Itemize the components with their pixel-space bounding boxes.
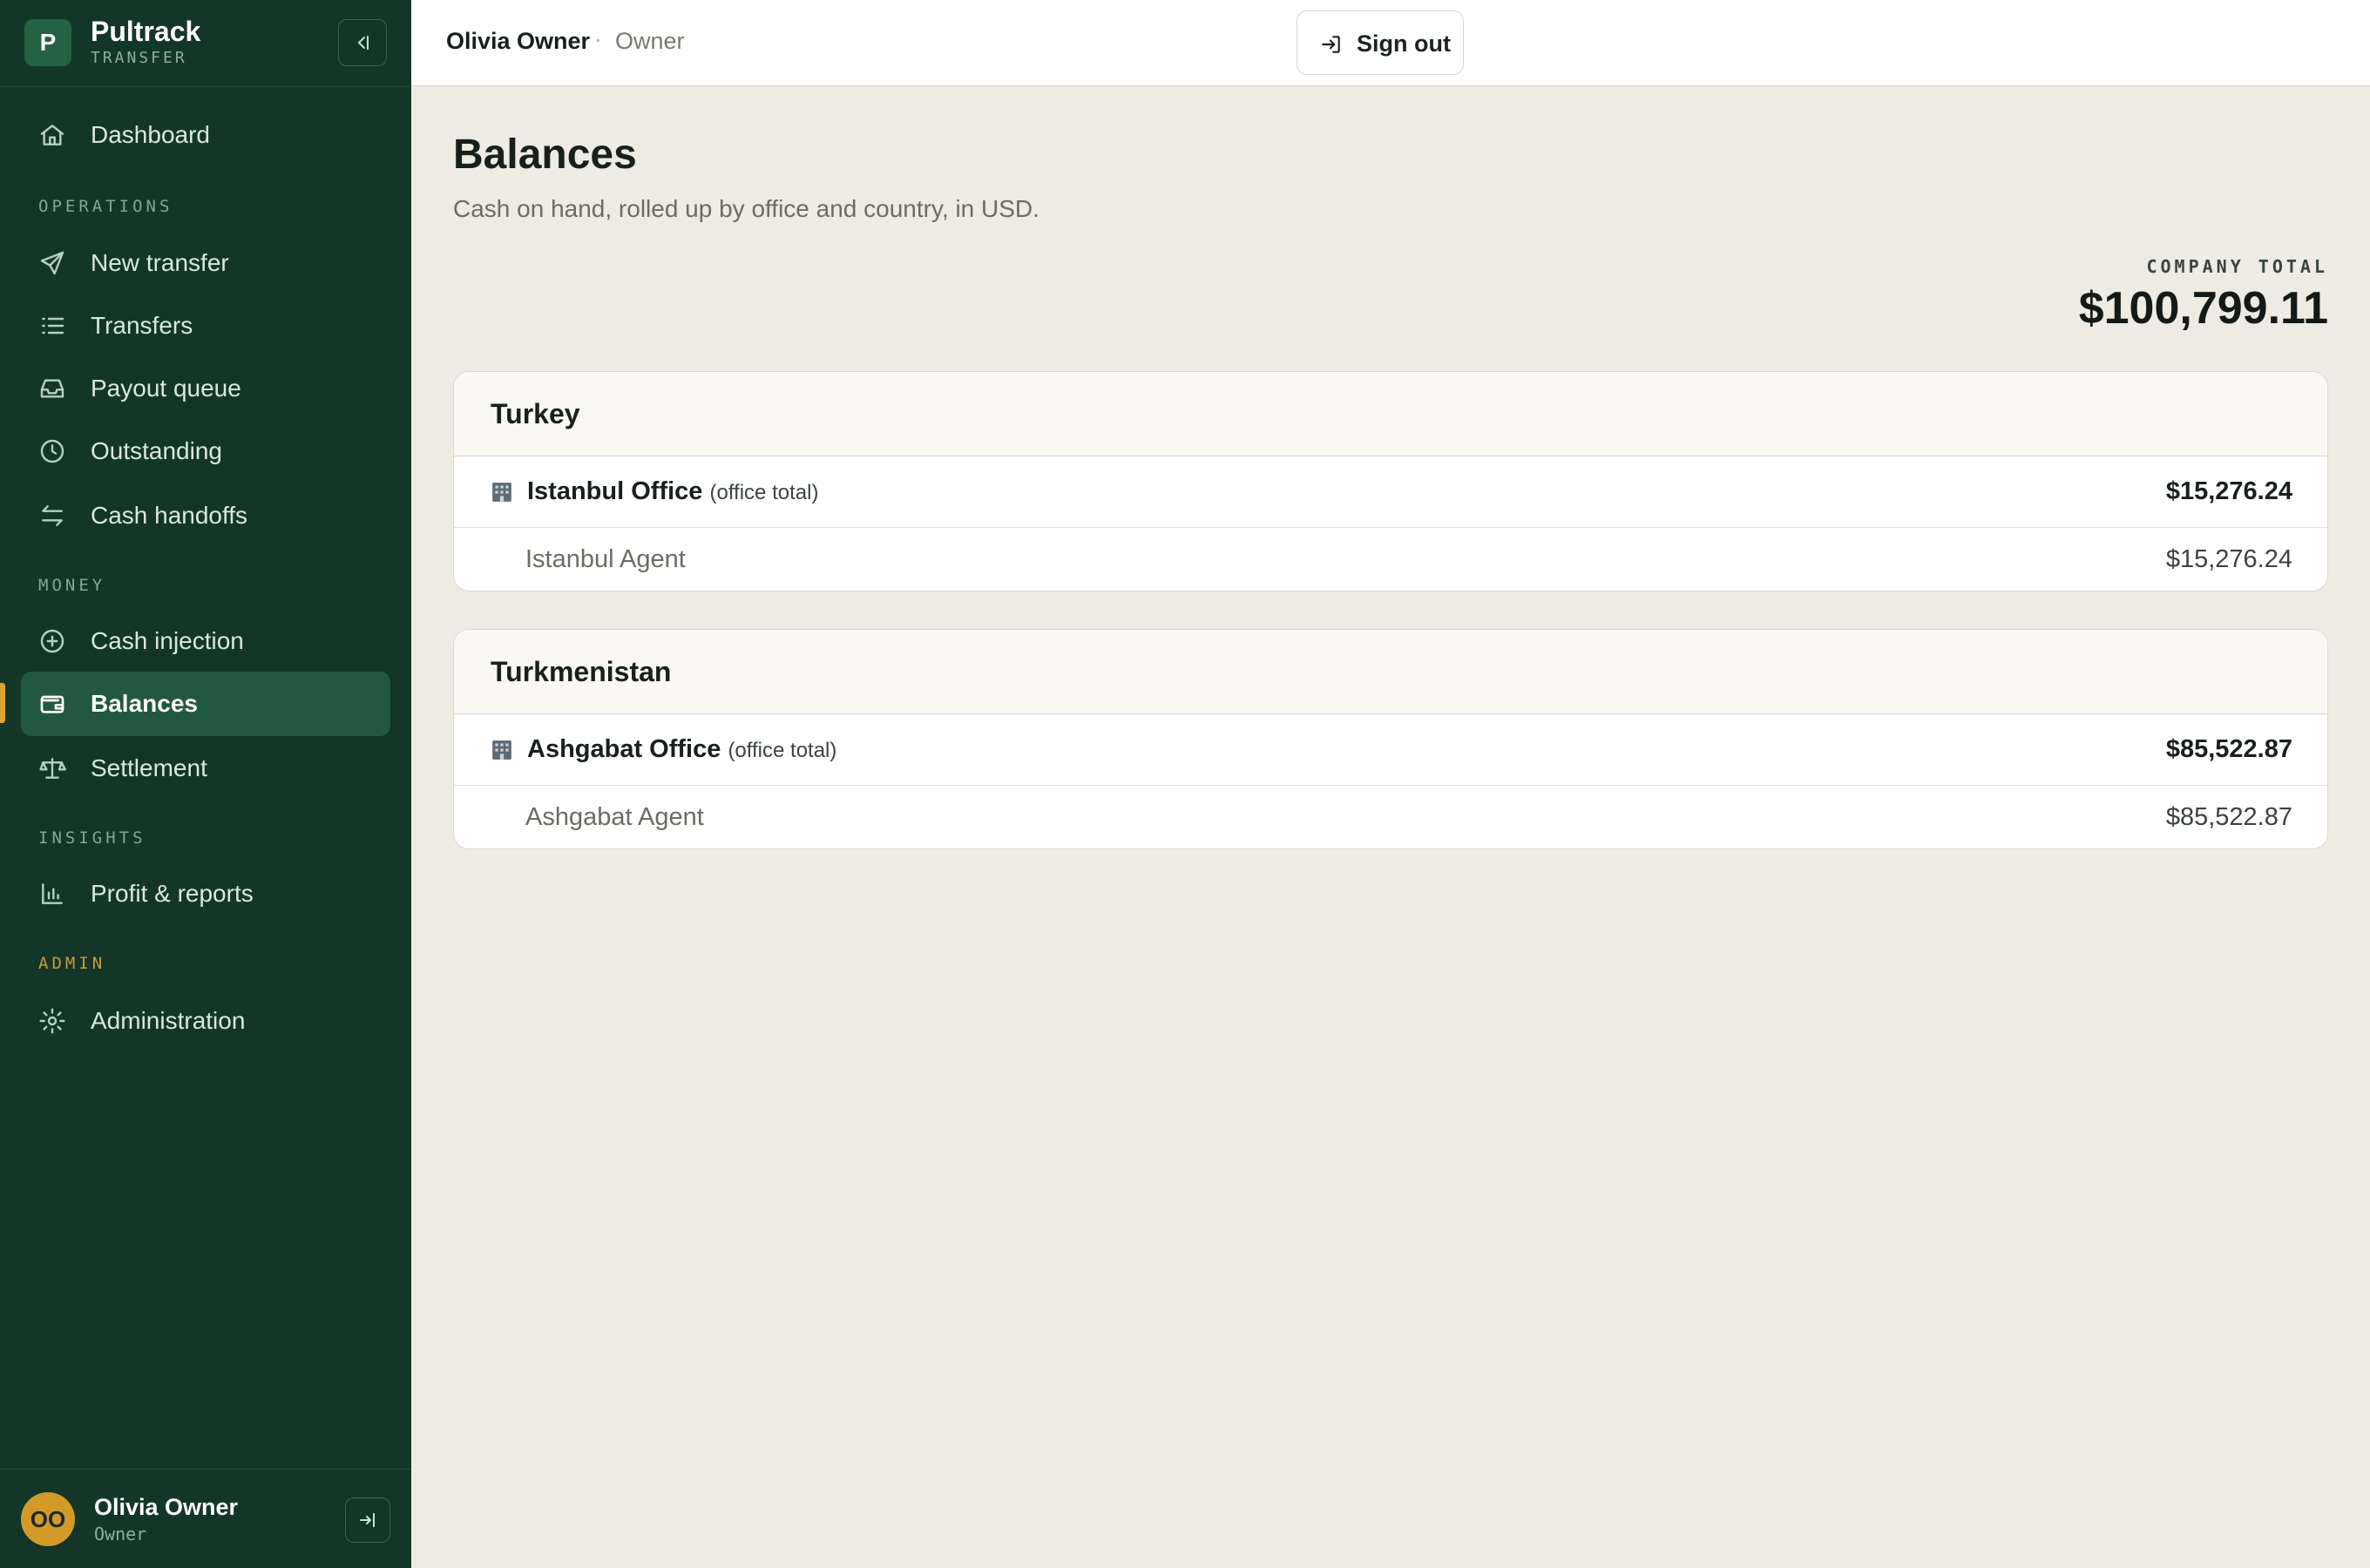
sidebar-item-payout-queue[interactable]: Payout queue [21, 356, 390, 421]
collapse-icon [358, 36, 369, 50]
brand-header: P Pultrack TRANSFER [0, 0, 411, 87]
sidebar-item-label: Settlement [91, 754, 207, 781]
sidebar-item-label: Profit & reports [91, 880, 254, 907]
office-row: Ashgabat Office (office total) $85,522.8… [454, 714, 2327, 786]
sign-out-label: Sign out [1357, 30, 1451, 57]
office-name: Istanbul Office (office total) [527, 477, 818, 506]
sidebar-item-cash-handoffs[interactable]: Cash handoffs [21, 483, 390, 548]
sidebar-item-outstanding[interactable]: Outstanding [21, 419, 390, 483]
agent-amount: $85,522.87 [2165, 803, 2292, 831]
brand-subtitle: TRANSFER [91, 49, 187, 67]
sidebar-item-transfers[interactable]: Transfers [21, 294, 390, 358]
sidebar-item-label: Payout queue [91, 375, 241, 402]
sidebar-item-label: Balances [91, 690, 198, 717]
sidebar-item-label: Transfers [91, 312, 193, 339]
collapse-sidebar-button[interactable] [338, 19, 387, 66]
sidebar-item-cash-injection[interactable]: Cash injection [21, 609, 390, 673]
bar-chart-icon [42, 883, 63, 904]
current-user-role: Owner [615, 28, 685, 54]
country-header: Turkey [454, 372, 2327, 456]
top-bar: Olivia Owner · Owner Sign out [411, 0, 2370, 86]
home-icon [40, 125, 64, 145]
section-label-operations: OPERATIONS [38, 197, 173, 216]
country-card-turkmenistan: Turkmenistan Ashgabat Office (office tot… [453, 629, 2328, 849]
list-icon [42, 317, 64, 335]
country-name: Turkmenistan [491, 656, 672, 687]
logout-icon [360, 1513, 375, 1527]
scale-icon [39, 758, 66, 779]
agent-row: Istanbul Agent $15,276.24 [454, 528, 2327, 591]
country-name: Turkey [491, 398, 580, 429]
page-title: Balances [453, 132, 637, 178]
logout-button[interactable] [345, 1497, 390, 1543]
page-subtitle: Cash on hand, rolled up by office and co… [453, 195, 1039, 222]
wallet-icon [40, 695, 64, 713]
inbox-icon [40, 379, 64, 398]
sidebar-item-balances[interactable]: Balances [21, 672, 390, 736]
office-total-suffix: (office total) [709, 481, 819, 504]
sidebar-item-settlement[interactable]: Settlement [21, 736, 390, 801]
sign-out-icon [1322, 36, 1340, 53]
brand-logo: P [24, 19, 71, 66]
sidebar-item-profit-reports[interactable]: Profit & reports [21, 862, 390, 926]
user-name: Olivia Owner [94, 1494, 239, 1520]
office-row: Istanbul Office (office total) $15,276.2… [454, 456, 2327, 528]
office-building-icon [492, 740, 511, 760]
separator: · [594, 26, 602, 52]
swap-arrows-icon [42, 505, 63, 526]
agent-row: Ashgabat Agent $85,522.87 [454, 786, 2327, 848]
agent-name: Istanbul Agent [525, 545, 686, 573]
country-card-turkey: Turkey Istanbul Office (office total) $1… [453, 371, 2328, 591]
gear-icon [39, 1008, 65, 1034]
sidebar-item-administration[interactable]: Administration [21, 989, 390, 1053]
user-footer: OO Olivia Owner Owner [0, 1469, 411, 1568]
section-label-insights: INSIGHTS [38, 828, 146, 848]
sidebar-item-label: Cash handoffs [91, 502, 248, 529]
sidebar-item-label: Dashboard [91, 121, 210, 148]
sidebar-item-label: Cash injection [91, 627, 244, 654]
sign-out-button[interactable]: Sign out [1297, 10, 1464, 75]
sidebar: P Pultrack TRANSFER Dashboard OPERATIONS… [0, 0, 411, 1568]
plus-circle-icon [40, 629, 64, 653]
office-total-suffix: (office total) [728, 739, 837, 762]
office-name-text: Ashgabat Office [527, 735, 721, 763]
office-name-text: Istanbul Office [527, 477, 703, 505]
section-label-money: MONEY [38, 576, 106, 595]
office-name: Ashgabat Office (office total) [527, 735, 836, 764]
avatar: OO [21, 1492, 75, 1546]
office-total-amount: $85,522.87 [2165, 735, 2292, 763]
active-indicator [0, 683, 5, 723]
send-icon [40, 251, 64, 275]
sidebar-item-new-transfer[interactable]: New transfer [21, 231, 390, 295]
sidebar-item-label: New transfer [91, 249, 229, 276]
current-user-name: Olivia Owner [446, 28, 591, 54]
user-role: Owner [94, 1524, 147, 1544]
clock-icon [40, 439, 64, 463]
office-total-amount: $15,276.24 [2165, 477, 2292, 505]
country-header: Turkmenistan [454, 630, 2327, 714]
company-total-label: COMPANY TOTAL [2146, 256, 2328, 277]
agent-amount: $15,276.24 [2165, 545, 2292, 573]
sidebar-item-label: Outstanding [91, 437, 222, 464]
sidebar-item-label: Administration [91, 1007, 246, 1034]
agent-name: Ashgabat Agent [525, 803, 704, 831]
section-label-admin: ADMIN [38, 954, 106, 973]
brand-name: Pultrack [91, 16, 201, 47]
office-building-icon [492, 483, 511, 502]
sidebar-item-dashboard[interactable]: Dashboard [21, 103, 390, 167]
company-total-value: $100,799.11 [2078, 283, 2328, 334]
